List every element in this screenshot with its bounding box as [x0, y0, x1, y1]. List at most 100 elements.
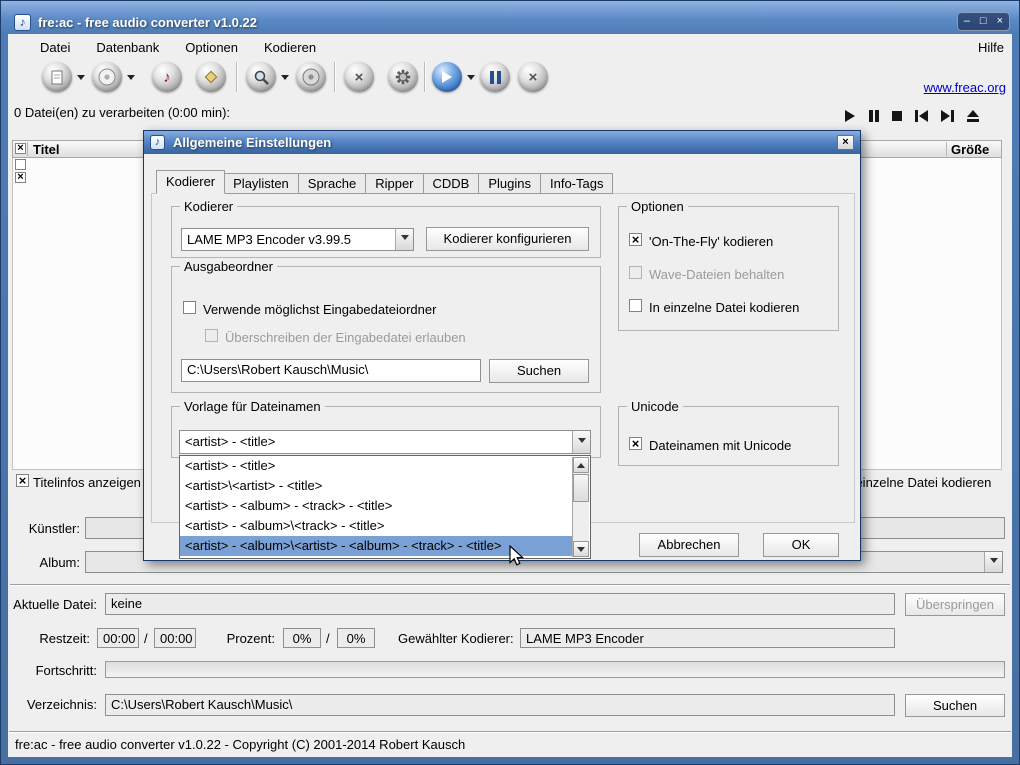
selected-encoder-field: LAME MP3 Encoder — [520, 628, 895, 648]
filename-pattern-dropdown-list: <artist> - <title> <artist>\<artist> - <… — [179, 455, 591, 559]
browse-output-button[interactable]: Suchen — [489, 359, 589, 383]
tab-info-tags[interactable]: Info-Tags — [541, 173, 613, 194]
next-button[interactable] — [940, 109, 955, 123]
scroll-down-button[interactable] — [573, 541, 589, 557]
settings-dialog: ♪ Allgemeine Einstellungen × Kodierer Pl… — [143, 130, 861, 561]
row-checkbox[interactable]: × — [15, 172, 26, 183]
percent-field-1: 0% — [283, 628, 321, 648]
tab-sprache[interactable]: Sprache — [299, 173, 366, 194]
maximize-button-icon[interactable]: □ — [980, 13, 987, 30]
current-file-field: keine — [105, 593, 895, 615]
add-cd-button[interactable] — [92, 62, 122, 92]
ok-button[interactable]: OK — [763, 533, 839, 557]
dropdown-item[interactable]: <artist>\<artist> - <title> — [180, 476, 572, 496]
tab-ripper[interactable]: Ripper — [366, 173, 423, 194]
previous-button[interactable] — [914, 109, 929, 123]
progress-label: Fortschritt: — [0, 663, 97, 678]
menubar: Datei Datenbank Optionen Kodieren — [40, 40, 316, 55]
tag-editor-button[interactable] — [196, 62, 226, 92]
menu-optionen[interactable]: Optionen — [185, 40, 238, 55]
cddb-submit-button[interactable] — [296, 62, 326, 92]
freedb-query-button[interactable] — [246, 62, 276, 92]
dropdown-scrollbar[interactable] — [572, 457, 589, 557]
single-file-checkbox[interactable] — [629, 299, 642, 312]
unicode-filenames-checkbox[interactable]: × — [629, 437, 642, 450]
scrollbar-thumb[interactable] — [573, 474, 589, 502]
encoder-dropdown-button[interactable] — [395, 229, 413, 250]
encoder-dropdown-icon[interactable] — [467, 75, 475, 84]
menu-datenbank[interactable]: Datenbank — [96, 40, 159, 55]
cancel-button[interactable]: Abbrechen — [639, 533, 739, 557]
row-checkbox[interactable] — [15, 159, 26, 170]
encoder-combobox[interactable]: LAME MP3 Encoder v3.99.5 — [181, 228, 414, 251]
album-dropdown-button[interactable] — [984, 552, 1002, 572]
on-the-fly-label: 'On-The-Fly' kodieren — [649, 234, 773, 249]
tab-kodierer[interactable]: Kodierer — [156, 170, 225, 194]
unicode-filenames-label: Dateinamen mit Unicode — [649, 438, 791, 453]
filename-pattern-value: <artist> - <title> — [185, 434, 570, 449]
time-left-field-2: 00:00 — [154, 628, 196, 648]
single-file-label: In einzelne Datei kodieren — [649, 300, 799, 315]
column-header-groesse[interactable]: Größe — [951, 142, 989, 157]
dropdown-item[interactable]: <artist> - <album>\<track> - <title> — [180, 516, 572, 536]
options-group-label: Optionen — [627, 199, 688, 214]
close-button-icon[interactable]: × — [997, 13, 1003, 30]
add-files-dropdown-icon[interactable] — [77, 75, 85, 84]
column-divider[interactable] — [946, 142, 947, 156]
keep-wave-label: Wave-Dateien behalten — [649, 267, 784, 282]
directory-field[interactable]: C:\Users\Robert Kausch\Music\ — [105, 694, 895, 716]
dropdown-item[interactable]: <artist> - <album> - <track> - <title> — [180, 496, 572, 516]
filename-pattern-dropdown-button[interactable] — [572, 431, 590, 453]
scroll-up-button[interactable] — [573, 457, 589, 473]
settings-button[interactable] — [388, 62, 418, 92]
website-link[interactable]: www.freac.org — [924, 80, 1006, 95]
freedb-dropdown-icon[interactable] — [281, 75, 289, 84]
joblist-status-text: 0 Datei(en) zu verarbeiten (0:00 min): — [14, 105, 230, 120]
window-title: fre:ac - free audio converter v1.0.22 — [38, 15, 257, 30]
slash: / — [144, 631, 148, 646]
add-files-button[interactable] — [42, 62, 72, 92]
eject-button[interactable] — [966, 109, 980, 123]
directory-label: Verzeichnis: — [0, 697, 97, 712]
tabstrip: Kodierer Playlisten Sprache Ripper CDDB … — [156, 170, 613, 194]
titleinfo-label: Titelinfos anzeigen — [33, 475, 141, 490]
minimize-button-icon[interactable]: – — [964, 13, 970, 30]
filename-pattern-combobox[interactable]: <artist> - <title> — [179, 430, 591, 454]
pause-encoding-button[interactable] — [480, 62, 510, 92]
on-the-fly-checkbox[interactable]: × — [629, 233, 642, 246]
menu-hilfe[interactable]: Hilfe — [978, 40, 1004, 55]
stop-encoding-button[interactable]: × — [518, 62, 548, 92]
menu-kodieren[interactable]: Kodieren — [264, 40, 316, 55]
select-all-checkbox[interactable]: × — [15, 143, 26, 154]
filename-pattern-group-label: Vorlage für Dateinamen — [180, 399, 325, 414]
tab-cddb[interactable]: CDDB — [424, 173, 480, 194]
play-button[interactable] — [843, 109, 857, 123]
configure-encoder-button[interactable]: Kodierer konfigurieren — [426, 227, 589, 251]
dialog-close-button[interactable]: × — [837, 135, 854, 150]
dropdown-item[interactable]: <artist> - <title> — [180, 456, 572, 476]
column-divider — [27, 142, 28, 156]
time-left-field-1: 00:00 — [97, 628, 139, 648]
tab-plugins[interactable]: Plugins — [479, 173, 541, 194]
close-icon: × — [842, 136, 848, 148]
window-controls: – □ × — [957, 12, 1010, 31]
current-file-label: Aktuelle Datei: — [0, 597, 97, 612]
menu-datei[interactable]: Datei — [40, 40, 70, 55]
playlist-button[interactable]: ♪ — [152, 62, 182, 92]
column-header-titel[interactable]: Titel — [33, 142, 60, 157]
gear-icon — [394, 68, 412, 86]
stop-button[interactable] — [891, 109, 903, 123]
dialog-titlebar: ♪ Allgemeine Einstellungen × — [144, 131, 860, 154]
browse-directory-button[interactable]: Suchen — [905, 694, 1005, 717]
output-path-input[interactable]: C:\Users\Robert Kausch\Music\ — [181, 359, 481, 382]
remove-all-button[interactable]: × — [344, 62, 374, 92]
add-cd-dropdown-icon[interactable] — [127, 75, 135, 84]
pause-button[interactable] — [868, 109, 880, 123]
titleinfo-checkbox[interactable]: × — [16, 474, 29, 487]
statusbar: fre:ac - free audio converter v1.0.22 - … — [9, 731, 1011, 756]
triangle-up-icon — [577, 459, 585, 468]
use-input-dir-checkbox[interactable] — [183, 301, 196, 314]
start-encoding-button[interactable] — [432, 62, 462, 92]
tab-playlisten[interactable]: Playlisten — [224, 173, 299, 194]
toolbar-separator — [334, 62, 336, 92]
